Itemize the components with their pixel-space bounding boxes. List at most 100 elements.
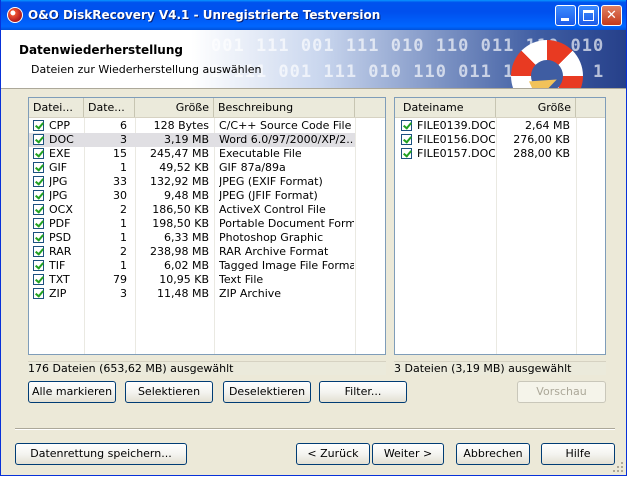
column-divider: [355, 118, 356, 354]
row-checkbox[interactable]: [33, 162, 44, 173]
file-type-cell: PSD: [49, 231, 72, 244]
file-size-cell: 6,33 MB: [163, 231, 209, 244]
file-description-cell: RAR Archive Format: [219, 245, 329, 258]
table-row[interactable]: FILE0157.DOC 288,00 KB: [395, 147, 576, 161]
file-count-cell: 2: [120, 203, 127, 216]
wizard-header: 001 111 001 111 010 110 011 110 010 1 11…: [1, 30, 626, 89]
row-checkbox[interactable]: [33, 190, 44, 201]
next-button[interactable]: Weiter >: [372, 443, 444, 465]
row-checkbox[interactable]: [33, 134, 44, 145]
row-checkbox[interactable]: [33, 148, 44, 159]
file-type-cell: RAR: [49, 245, 72, 258]
file-size-cell: 132,92 MB: [149, 175, 209, 188]
table-row[interactable]: PSD 1 6,33 MB Photoshop Graphic: [29, 231, 355, 245]
table-row[interactable]: CPP 6 128 Bytes C/C++ Source Code File: [29, 119, 355, 133]
table-row[interactable]: JPG 33 132,92 MB JPEG (EXIF Format): [29, 175, 355, 189]
file-size-cell: 9,48 MB: [163, 189, 209, 202]
file-count-cell: 3: [120, 133, 127, 146]
column-header-filename[interactable]: Dateiname: [395, 98, 496, 117]
help-button[interactable]: Hilfe: [541, 443, 615, 465]
row-checkbox[interactable]: [33, 176, 44, 187]
table-row[interactable]: EXE 15 245,47 MB Executable File: [29, 147, 355, 161]
main-window: O&O DiskRecovery V4.1 - Unregistrierte T…: [0, 0, 627, 476]
column-header-size[interactable]: Größe: [496, 98, 576, 117]
row-checkbox[interactable]: [33, 120, 44, 131]
file-description-cell: C/C++ Source Code File: [219, 119, 352, 132]
file-count-cell: 30: [113, 189, 127, 202]
minimize-icon: [561, 18, 569, 21]
close-button[interactable]: ✕: [601, 5, 622, 26]
row-checkbox[interactable]: [33, 204, 44, 215]
file-size-cell: 49,52 KB: [159, 161, 209, 174]
row-checkbox[interactable]: [33, 246, 44, 257]
files-list[interactable]: Dateiname Größe FILE0139.DOC 2,64 MB FILE0…: [394, 97, 606, 355]
file-type-cell: JPG: [49, 175, 68, 188]
save-recovery-button[interactable]: Datenrettung speichern...: [15, 443, 187, 465]
file-description-cell: JPEG (EXIF Format): [219, 175, 323, 188]
table-row[interactable]: GIF 1 49,52 KB GIF 87a/89a: [29, 161, 355, 175]
table-row[interactable]: TXT 79 10,95 KB Text File: [29, 273, 355, 287]
file-type-cell: EXE: [49, 147, 71, 160]
file-type-cell: CPP: [49, 119, 70, 132]
select-button[interactable]: Selektieren: [125, 381, 213, 403]
table-row[interactable]: RAR 2 238,98 MB RAR Archive Format: [29, 245, 355, 259]
app-icon[interactable]: [7, 7, 23, 23]
resize-grip-icon[interactable]: [613, 462, 625, 474]
file-count-cell: 1: [120, 161, 127, 174]
mark-all-button[interactable]: Alle markieren: [28, 381, 116, 403]
row-checkbox[interactable]: [401, 120, 412, 131]
file-description-cell: Photoshop Graphic: [219, 231, 324, 244]
file-description-cell: Executable File: [219, 147, 302, 160]
file-count-cell: 1: [120, 259, 127, 272]
row-checkbox[interactable]: [401, 148, 412, 159]
file-description-cell: Word 6.0/97/2000/XP/2...: [219, 133, 354, 146]
close-icon: ✕: [606, 8, 617, 23]
file-size-cell: 288,00 KB: [513, 147, 570, 160]
file-description-cell: Tagged Image File Format: [219, 259, 354, 272]
table-row[interactable]: TIF 1 6,02 MB Tagged Image File Format: [29, 259, 355, 273]
maximize-button[interactable]: [578, 5, 599, 26]
table-row[interactable]: OCX 2 186,50 KB ActiveX Control File: [29, 203, 355, 217]
row-checkbox[interactable]: [401, 134, 412, 145]
row-checkbox[interactable]: [33, 218, 44, 229]
file-type-cell: DOC: [49, 133, 74, 146]
table-row[interactable]: FILE0139.DOC 2,64 MB: [395, 119, 576, 133]
column-header-count[interactable]: Date...: [84, 98, 135, 117]
file-count-cell: 3: [120, 287, 127, 300]
row-checkbox[interactable]: [33, 288, 44, 299]
file-types-list[interactable]: Datei... Date... Größe Beschreibung CPP 6…: [28, 97, 386, 355]
row-checkbox[interactable]: [33, 260, 44, 271]
file-name-cell: FILE0139.DOC: [417, 119, 495, 132]
file-count-cell: 1: [120, 217, 127, 230]
file-count-cell: 2: [120, 245, 127, 258]
file-description-cell: Portable Document Format: [219, 217, 354, 230]
cancel-button[interactable]: Abbrechen: [456, 443, 530, 465]
filter-button[interactable]: Filter...: [319, 381, 407, 403]
deselect-button[interactable]: Deselektieren: [223, 381, 311, 403]
table-row[interactable]: JPG 30 9,48 MB JPEG (JFIF Format): [29, 189, 355, 203]
table-row[interactable]: PDF 1 198,50 KB Portable Document Format: [29, 217, 355, 231]
table-row[interactable]: FILE0156.DOC 276,00 KB: [395, 133, 576, 147]
back-button[interactable]: < Zurück: [296, 443, 370, 465]
file-name-cell: FILE0156.DOC: [417, 133, 495, 146]
file-name-cell: FILE0157.DOC: [417, 147, 495, 160]
column-header-size[interactable]: Größe: [135, 98, 214, 117]
column-header-description[interactable]: Beschreibung: [214, 98, 355, 117]
file-count-cell: 33: [113, 175, 127, 188]
table-row[interactable]: DOC 3 3,19 MB Word 6.0/97/2000/XP/2...: [29, 133, 355, 147]
row-checkbox[interactable]: [33, 274, 44, 285]
list-header: Dateiname Größe: [395, 98, 605, 118]
file-type-cell: OCX: [49, 203, 73, 216]
file-type-cell: TXT: [49, 273, 70, 286]
page-subtitle: Dateien zur Wiederherstellung auswählen: [31, 63, 262, 76]
minimize-button[interactable]: [555, 5, 576, 26]
file-size-cell: 128 Bytes: [153, 119, 209, 132]
file-type-cell: TIF: [49, 259, 66, 272]
preview-button[interactable]: Vorschau: [517, 381, 606, 403]
file-size-cell: 11,48 MB: [156, 287, 209, 300]
column-header-type[interactable]: Datei...: [29, 98, 84, 117]
table-row[interactable]: ZIP 3 11,48 MB ZIP Archive: [29, 287, 355, 301]
row-checkbox[interactable]: [33, 232, 44, 243]
title-bar[interactable]: O&O DiskRecovery V4.1 - Unregistrierte T…: [1, 0, 626, 30]
file-size-cell: 2,64 MB: [524, 119, 570, 132]
